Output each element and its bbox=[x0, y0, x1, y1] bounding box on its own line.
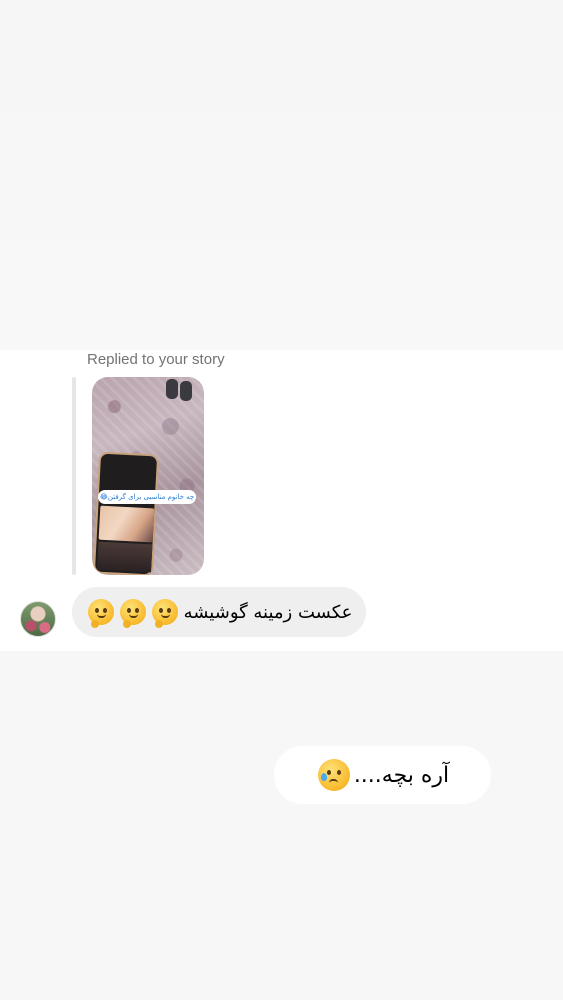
replied-to-story-label: Replied to your story bbox=[87, 351, 225, 368]
melting-face-emoji bbox=[87, 599, 114, 628]
received-message-text: عکست زمینه گوشیشه bbox=[183, 601, 353, 623]
sent-message-bubble[interactable]: آره بچه.... bbox=[274, 746, 491, 804]
phone-image bbox=[92, 451, 160, 575]
melting-face-emoji bbox=[119, 599, 146, 628]
shoes-image bbox=[162, 379, 196, 401]
story-caption-sticker: چه خانوم مناسبی برای گرفتن😂 bbox=[98, 490, 196, 504]
phone-dark-area bbox=[97, 541, 153, 573]
reply-quote-bar bbox=[72, 377, 76, 575]
received-message-bubble[interactable]: عکست زمینه گوشیشه bbox=[72, 587, 366, 637]
story-thumbnail[interactable]: چه خانوم مناسبی برای گرفتن😂 bbox=[92, 377, 204, 575]
phone-wallpaper-photo bbox=[98, 505, 155, 543]
sender-avatar[interactable] bbox=[20, 601, 56, 637]
crying-face-emoji bbox=[317, 759, 350, 791]
melting-face-emoji bbox=[151, 599, 178, 628]
sent-message-text: آره بچه.... bbox=[353, 762, 450, 788]
top-empty-area bbox=[0, 0, 563, 350]
